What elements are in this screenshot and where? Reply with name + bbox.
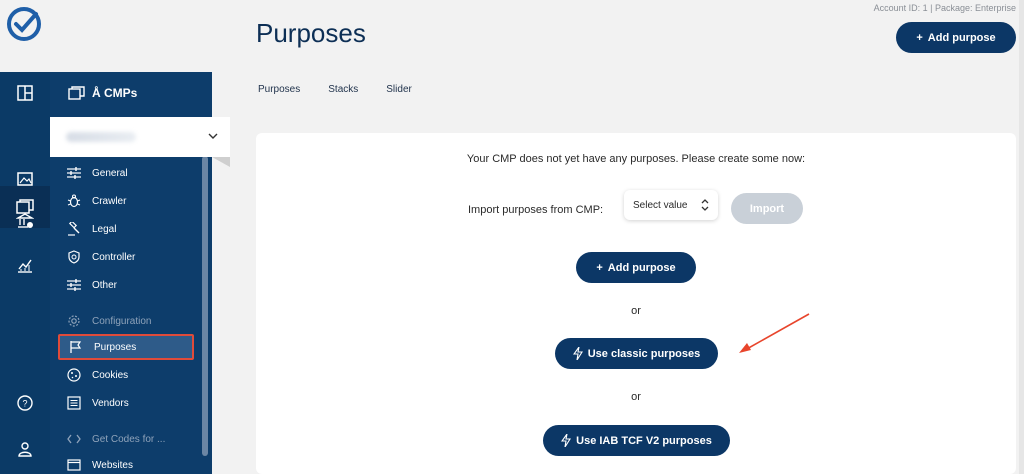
nav-item-label: Cookies: [92, 369, 129, 381]
add-purpose-label: Add purpose: [927, 31, 996, 44]
purposes-card: Your CMP does not yet have any purposes.…: [256, 133, 1016, 474]
annotation-arrow-icon: [739, 313, 810, 353]
lightning-icon: [561, 434, 572, 447]
sliders-icon: [66, 277, 82, 293]
nav-item-label: Websites: [92, 459, 133, 471]
bank-icon[interactable]: [14, 210, 36, 232]
use-classic-purposes-button[interactable]: Use classic purposes: [555, 338, 718, 369]
nav-item-websites[interactable]: Websites: [66, 454, 194, 474]
cmp-selector-value: [66, 132, 136, 142]
nav-item-general[interactable]: General: [66, 162, 194, 184]
nav-item-label: Configuration: [92, 315, 152, 327]
nav-item-label: Other: [92, 279, 118, 291]
account-info: Account ID: 1 | Package: Enterprise: [873, 3, 1016, 13]
nav-item-cookies[interactable]: Cookies: [66, 364, 194, 386]
updown-chevron-icon: [701, 199, 709, 211]
classic-button-label: Use classic purposes: [587, 347, 701, 360]
import-button[interactable]: Import: [731, 193, 803, 224]
nav-item-configuration[interactable]: Configuration: [66, 310, 194, 332]
add-purpose-button[interactable]: + Add purpose: [576, 252, 696, 283]
cmp-icon: [68, 86, 85, 100]
plus-icon: +: [596, 261, 603, 274]
page-scrollbar[interactable]: [1019, 0, 1024, 474]
nav-item-purposes[interactable]: Purposes: [58, 334, 194, 360]
tab-stacks[interactable]: Stacks: [328, 84, 358, 95]
tab-slider[interactable]: Slider: [386, 84, 412, 95]
user-icon[interactable]: [14, 438, 36, 460]
nav-item-vendors[interactable]: Vendors: [66, 392, 194, 414]
import-button-label: Import: [749, 202, 785, 215]
help-icon[interactable]: ?: [14, 392, 36, 414]
nav-scrollbar[interactable]: [202, 156, 208, 456]
empty-message: Your CMP does not yet have any purposes.…: [466, 153, 806, 165]
gear-icon: [66, 313, 82, 329]
svg-text:?: ?: [22, 399, 27, 409]
nav-item-label: Crawler: [92, 195, 127, 207]
import-label: Import purposes from CMP:: [468, 204, 604, 216]
code-icon: [66, 431, 82, 447]
add-purpose-button-top[interactable]: + Add purpose: [896, 22, 1016, 53]
chart-icon[interactable]: [14, 254, 36, 276]
logo-icon[interactable]: [6, 6, 42, 42]
chevron-down-icon: [208, 133, 218, 139]
or-separator: or: [631, 305, 641, 317]
nav-item-get-codes[interactable]: Get Codes for ...: [66, 428, 194, 450]
use-iab-tcf-v2-button[interactable]: Use IAB TCF V2 purposes: [543, 425, 730, 456]
selector-fold: [212, 157, 230, 167]
sliders-icon: [66, 165, 82, 181]
bug-icon: [66, 193, 82, 209]
select-value: Select value: [633, 199, 688, 211]
page-title: Purposes: [256, 18, 366, 48]
tab-purposes[interactable]: Purposes: [258, 84, 300, 95]
nav-item-label: Purposes: [94, 341, 137, 353]
nav-item-legal[interactable]: Legal: [66, 218, 194, 240]
nav-item-label: General: [92, 167, 128, 179]
nav-item-label: Legal: [92, 223, 117, 235]
cmp-import-select[interactable]: Select value: [624, 190, 718, 220]
nav-title: Å CMPs: [68, 82, 137, 104]
add-purpose-label: Add purpose: [607, 261, 676, 274]
image-icon[interactable]: [14, 168, 36, 190]
logo-area: [0, 0, 50, 72]
plus-icon: +: [916, 31, 923, 44]
icon-rail: ?: [0, 72, 50, 474]
list-icon: [66, 395, 82, 411]
dashboard-icon[interactable]: [14, 82, 36, 104]
window-icon: [66, 457, 82, 473]
shield-icon: [66, 249, 82, 265]
nav-item-controller[interactable]: Controller: [66, 246, 194, 268]
nav-item-label: Controller: [92, 251, 136, 263]
nav-item-label: Vendors: [92, 397, 129, 409]
nav-title-label: Å CMPs: [92, 86, 138, 100]
lightning-icon: [572, 347, 583, 360]
cmp-selector[interactable]: [50, 117, 230, 157]
flag-icon: [68, 339, 84, 355]
nav-item-crawler[interactable]: Crawler: [66, 190, 194, 212]
nav-item-other[interactable]: Other: [66, 274, 194, 296]
gavel-icon: [66, 221, 82, 237]
iab-button-label: Use IAB TCF V2 purposes: [576, 434, 712, 447]
tab-bar: Purposes Stacks Slider: [258, 84, 412, 95]
nav-item-label: Get Codes for ...: [92, 433, 166, 445]
or-separator: or: [631, 391, 641, 403]
cookie-icon: [66, 367, 82, 383]
